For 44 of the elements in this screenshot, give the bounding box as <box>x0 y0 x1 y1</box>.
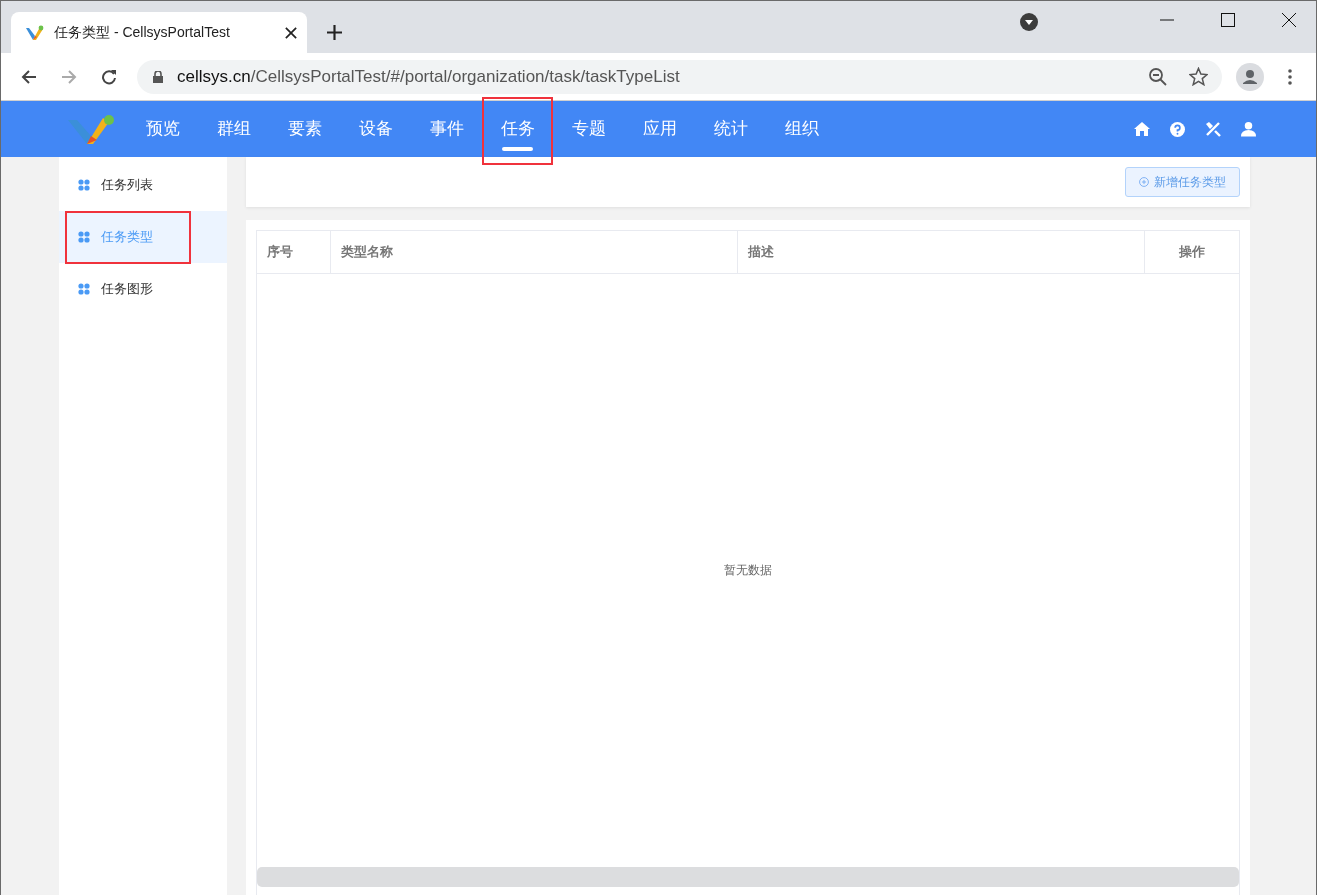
grid-icon <box>78 231 90 243</box>
nav-tab[interactable]: 要素 <box>269 101 340 157</box>
plus-circle-icon <box>1139 177 1149 187</box>
lock-icon <box>153 70 163 83</box>
nav-tab[interactable]: 组织 <box>766 101 837 157</box>
home-icon[interactable] <box>1134 121 1150 137</box>
close-icon[interactable] <box>285 26 297 39</box>
plus-icon[interactable] <box>327 25 342 40</box>
nav-tab[interactable]: 应用 <box>624 101 695 157</box>
nav-tab[interactable]: 预览 <box>127 101 198 157</box>
nav-tab[interactable]: 群组 <box>198 101 269 157</box>
menu-icon[interactable] <box>1288 68 1292 85</box>
sidebar-item[interactable]: 任务类型 <box>59 211 227 263</box>
zoom-out-icon[interactable] <box>1149 67 1167 86</box>
tab-title: 任务类型 - CellsysPortalTest <box>54 23 231 42</box>
logo-icon <box>67 112 115 146</box>
grid-icon <box>78 283 90 295</box>
sidebar-item[interactable]: 任务列表 <box>59 159 227 211</box>
nav-tab[interactable]: 专题 <box>553 101 624 157</box>
browser-tab[interactable]: 任务类型 - CellsysPortalTest <box>11 12 307 53</box>
reload-icon[interactable] <box>101 68 117 85</box>
column-header: 类型名称 <box>331 231 738 273</box>
profile-icon[interactable] <box>1236 62 1264 91</box>
help-icon[interactable] <box>1170 121 1185 137</box>
star-icon[interactable] <box>1189 67 1208 86</box>
column-header: 序号 <box>257 231 331 273</box>
nav-tab[interactable]: 设备 <box>340 101 411 157</box>
add-task-type-button[interactable]: 新增任务类型 <box>1125 167 1240 197</box>
user-icon[interactable] <box>1241 121 1256 137</box>
column-header: 描述 <box>738 231 1145 273</box>
column-header: 操作 <box>1178 243 1206 261</box>
tools-icon[interactable] <box>1205 121 1221 137</box>
nav-tab[interactable]: 任务 <box>482 101 553 157</box>
nav-tab[interactable]: 事件 <box>411 101 482 157</box>
scrollbar[interactable] <box>257 867 1239 887</box>
address-field[interactable]: cellsys.cn/CellsysPortalTest/#/portal/organization/task/taskTypeList <box>137 59 1222 94</box>
maximize-icon[interactable] <box>1221 13 1235 27</box>
sidebar-item[interactable]: 任务图形 <box>59 263 227 315</box>
nav-tab[interactable]: 统计 <box>695 101 766 157</box>
close-icon[interactable] <box>1282 13 1296 27</box>
grid-icon <box>78 179 90 191</box>
back-arrow-icon[interactable] <box>21 68 37 85</box>
empty-message: 暂无数据 <box>724 562 772 579</box>
dropdown-icon[interactable] <box>1020 13 1038 31</box>
